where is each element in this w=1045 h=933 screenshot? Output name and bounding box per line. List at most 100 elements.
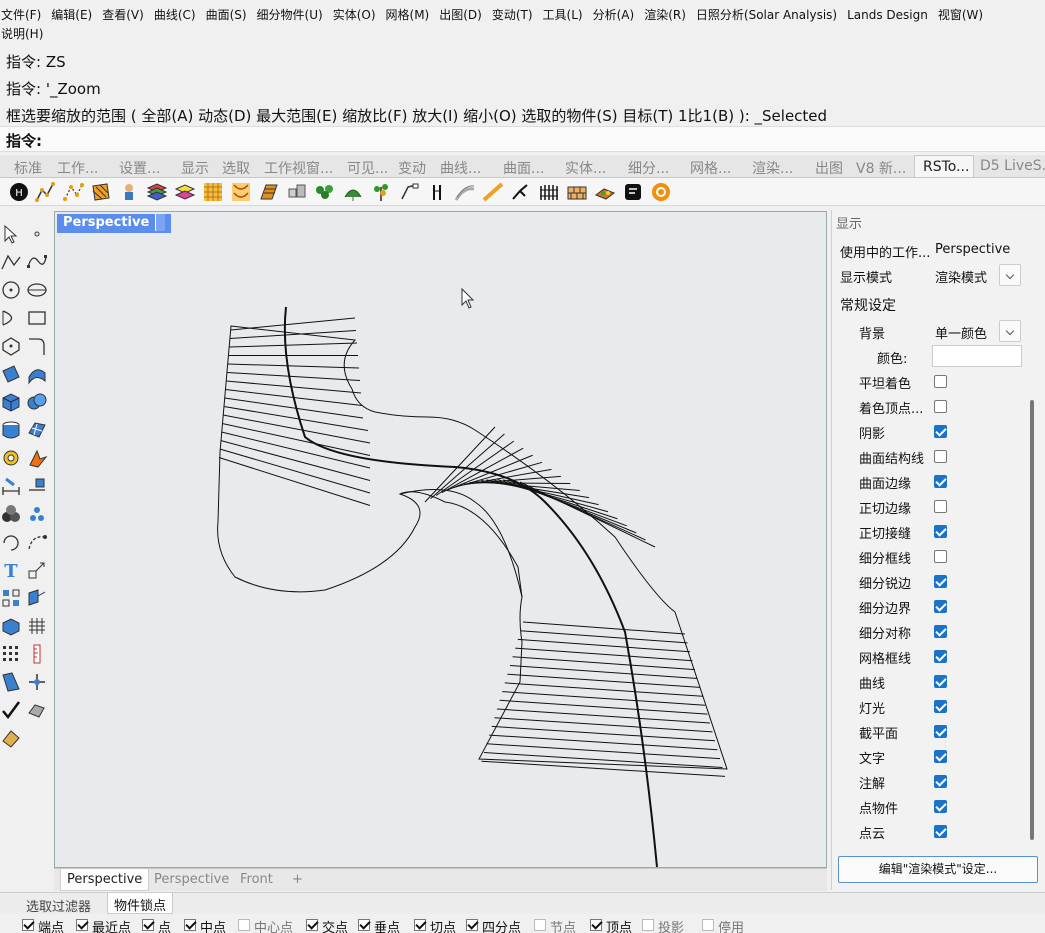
tab-transform[interactable]: 变动	[398, 158, 426, 177]
display-option-checkbox[interactable]	[934, 700, 947, 713]
trim-curve-icon[interactable]	[26, 531, 48, 553]
explode-icon[interactable]	[0, 587, 22, 609]
viewport-tab-perspective-2[interactable]: Perspective	[154, 872, 229, 887]
tab-mesh-tools[interactable]: 网格...	[690, 158, 731, 177]
menu-transform[interactable]: 变动(T)	[492, 8, 533, 22]
display-option-checkbox[interactable]	[934, 725, 947, 738]
panel-scrollbar[interactable]	[1030, 400, 1034, 840]
render-gear-icon[interactable]	[0, 447, 22, 469]
tab-render-tools[interactable]: 渲染...	[752, 158, 793, 177]
terrain-slice-icon[interactable]	[258, 181, 280, 203]
solid-box-icon[interactable]	[0, 615, 22, 637]
tab-new-in-v8[interactable]: V8 新...	[856, 158, 906, 177]
display-option-checkbox[interactable]	[934, 375, 947, 388]
block-components-icon[interactable]	[286, 181, 308, 203]
background-chevron-down-icon[interactable]	[999, 320, 1021, 342]
viewport-title[interactable]: Perspective	[57, 214, 172, 233]
menu-mesh[interactable]: 网格(M)	[386, 8, 430, 22]
texture-map-icon[interactable]	[202, 181, 224, 203]
osnap-checkbox[interactable]	[142, 919, 154, 931]
menu-curve[interactable]: 曲线(C)	[154, 8, 196, 22]
polyline-points-icon[interactable]	[34, 181, 56, 203]
display-option-checkbox[interactable]	[934, 675, 947, 688]
display-option-checkbox[interactable]	[934, 575, 947, 588]
fence-icon[interactable]	[538, 181, 560, 203]
plugin-logo-icon[interactable]	[650, 181, 672, 203]
color-swatch[interactable]	[932, 345, 1022, 367]
check-icon[interactable]	[0, 699, 22, 721]
tab-object-snap[interactable]: 物件锁点	[107, 893, 174, 914]
tree-cluster-icon[interactable]	[314, 181, 336, 203]
display-option-checkbox[interactable]	[934, 800, 947, 813]
osnap-checkbox[interactable]	[414, 919, 426, 931]
menu-surface[interactable]: 曲面(S)	[206, 8, 247, 22]
rotate-icon[interactable]	[0, 531, 22, 553]
pattern-map-icon[interactable]	[230, 181, 252, 203]
display-mode-chevron-down-icon[interactable]	[999, 264, 1021, 286]
display-option-checkbox[interactable]	[934, 425, 947, 438]
display-option-checkbox[interactable]	[934, 400, 947, 413]
menu-lands-design[interactable]: Lands Design	[847, 8, 928, 22]
tab-standard[interactable]: 标准	[14, 158, 42, 177]
paint-bucket-icon[interactable]	[0, 727, 22, 749]
scale-icon[interactable]	[26, 559, 48, 581]
plant-icon[interactable]	[370, 181, 392, 203]
osnap-checkbox[interactable]	[590, 919, 602, 931]
osnap-checkbox[interactable]	[22, 919, 34, 931]
box-icon[interactable]	[0, 391, 22, 413]
tab-d5-livesync[interactable]: D5 LiveS...	[980, 158, 1045, 174]
tab-subd-tools[interactable]: 细分...	[628, 158, 669, 177]
display-option-checkbox[interactable]	[934, 625, 947, 638]
tab-curve-tools[interactable]: 曲线...	[440, 158, 481, 177]
tab-display[interactable]: 显示	[181, 158, 209, 177]
rs-logo-icon[interactable]: H	[8, 181, 30, 203]
display-option-checkbox[interactable]	[934, 550, 947, 563]
surface-corner-icon[interactable]	[0, 363, 22, 385]
osnap-checkbox[interactable]	[306, 919, 318, 931]
osnap-checkbox[interactable]	[642, 919, 654, 931]
select-arrow-icon[interactable]	[0, 223, 22, 245]
menu-file[interactable]: 文件(F)	[1, 8, 41, 22]
viewport-tab-front[interactable]: Front	[240, 872, 273, 887]
tab-set-view[interactable]: 设置...	[119, 158, 160, 177]
analysis-icon[interactable]	[26, 699, 48, 721]
flow-along-icon[interactable]	[26, 587, 48, 609]
array-icon[interactable]	[26, 503, 48, 525]
hatch-surface-icon[interactable]	[90, 181, 112, 203]
tab-surface-tools[interactable]: 曲面...	[503, 158, 544, 177]
point-icon[interactable]	[26, 223, 48, 245]
shrub-icon[interactable]	[342, 181, 364, 203]
light-pole-icon[interactable]	[398, 181, 420, 203]
osnap-checkbox[interactable]	[76, 919, 88, 931]
display-option-checkbox[interactable]	[934, 475, 947, 488]
stair-tool-icon[interactable]	[510, 181, 532, 203]
display-option-checkbox[interactable]	[934, 500, 947, 513]
osnap-checkbox[interactable]	[702, 919, 714, 931]
group-icon[interactable]	[0, 503, 22, 525]
menu-window[interactable]: 视窗(W)	[938, 8, 983, 22]
tab-solid-tools[interactable]: 实体...	[565, 158, 606, 177]
person-marker-icon[interactable]	[118, 181, 140, 203]
polyline-icon[interactable]	[0, 251, 22, 273]
ruler-icon[interactable]	[26, 643, 48, 665]
ellipse-icon[interactable]	[26, 279, 48, 301]
menu-render[interactable]: 渲染(R)	[644, 8, 686, 22]
gumball-icon[interactable]	[26, 671, 48, 693]
tab-viewport-layout[interactable]: 工作视窗...	[264, 158, 333, 177]
contour-icon[interactable]	[26, 615, 48, 637]
tab-select[interactable]: 选取	[222, 158, 250, 177]
menu-view[interactable]: 查看(V)	[102, 8, 144, 22]
layer-stack-icon[interactable]	[174, 181, 196, 203]
menu-dimension[interactable]: 出图(D)	[439, 8, 482, 22]
osnap-checkbox[interactable]	[534, 919, 546, 931]
osnap-checkbox[interactable]	[184, 919, 196, 931]
road-curve-icon[interactable]	[454, 181, 476, 203]
viewport-menu-chevron-down-icon[interactable]	[155, 214, 166, 231]
menu-subd[interactable]: 细分物件(U)	[257, 8, 323, 22]
menu-help[interactable]: 说明(H)	[1, 27, 43, 41]
osnap-checkbox[interactable]	[238, 919, 250, 931]
dimension-icon[interactable]	[0, 475, 22, 497]
display-option-checkbox[interactable]	[934, 525, 947, 538]
light-burst-icon[interactable]	[26, 447, 48, 469]
rectangle-icon[interactable]	[26, 307, 48, 329]
